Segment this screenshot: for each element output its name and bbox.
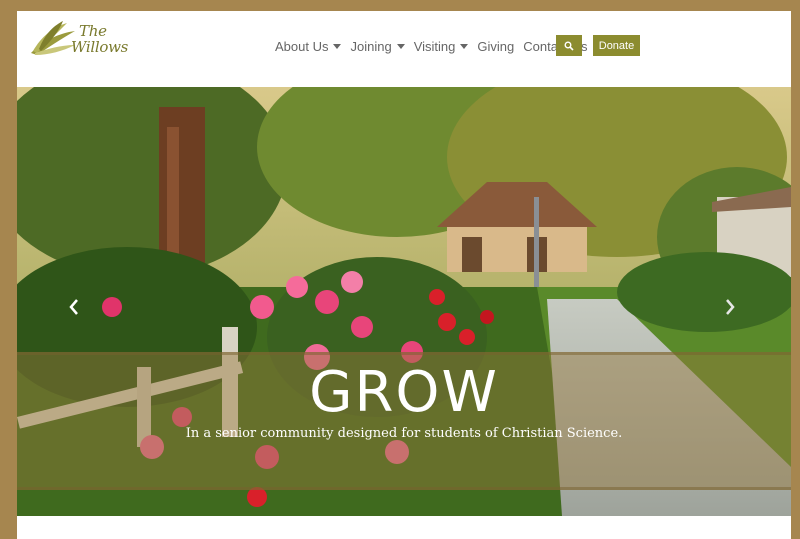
content-below-hero xyxy=(17,516,791,539)
caret-down-icon xyxy=(333,44,342,49)
nav-visiting[interactable]: Visiting xyxy=(414,39,469,54)
search-button[interactable] xyxy=(556,35,582,56)
nav-giving-label: Giving xyxy=(477,39,515,54)
logo-line-1: The xyxy=(79,22,107,40)
nav-about-us-label: About Us xyxy=(275,39,329,54)
logo-line-2: Willows xyxy=(71,38,129,56)
nav-joining-label: Joining xyxy=(350,39,392,54)
caret-down-icon xyxy=(396,44,405,49)
chevron-left-icon xyxy=(69,299,78,315)
main-nav: About Us Joining Visiting Giving Contact… xyxy=(275,39,597,54)
nav-joining[interactable]: Joining xyxy=(350,39,405,54)
nav-about-us[interactable]: About Us xyxy=(275,39,342,54)
page-frame: The Willows About Us Joining Visiting Gi… xyxy=(17,11,791,539)
carousel-next-button[interactable] xyxy=(725,299,739,319)
site-logo[interactable]: The Willows xyxy=(29,19,129,67)
search-icon xyxy=(564,41,574,51)
nav-visiting-label: Visiting xyxy=(413,39,456,54)
willow-leaf-icon xyxy=(31,21,75,55)
chevron-right-icon xyxy=(726,299,735,315)
hero-title: GROW xyxy=(309,360,499,425)
carousel-prev-button[interactable] xyxy=(69,299,83,319)
nav-giving[interactable]: Giving xyxy=(477,39,514,54)
navbar: The Willows About Us Joining Visiting Gi… xyxy=(17,11,791,87)
donate-button[interactable]: Donate xyxy=(593,35,640,56)
logo-wordmark: The Willows xyxy=(71,23,128,55)
caret-down-icon xyxy=(460,44,469,49)
hero-carousel: GROW In a senior community designed for … xyxy=(17,87,791,516)
hero-subtitle: In a senior community designed for stude… xyxy=(185,426,623,441)
